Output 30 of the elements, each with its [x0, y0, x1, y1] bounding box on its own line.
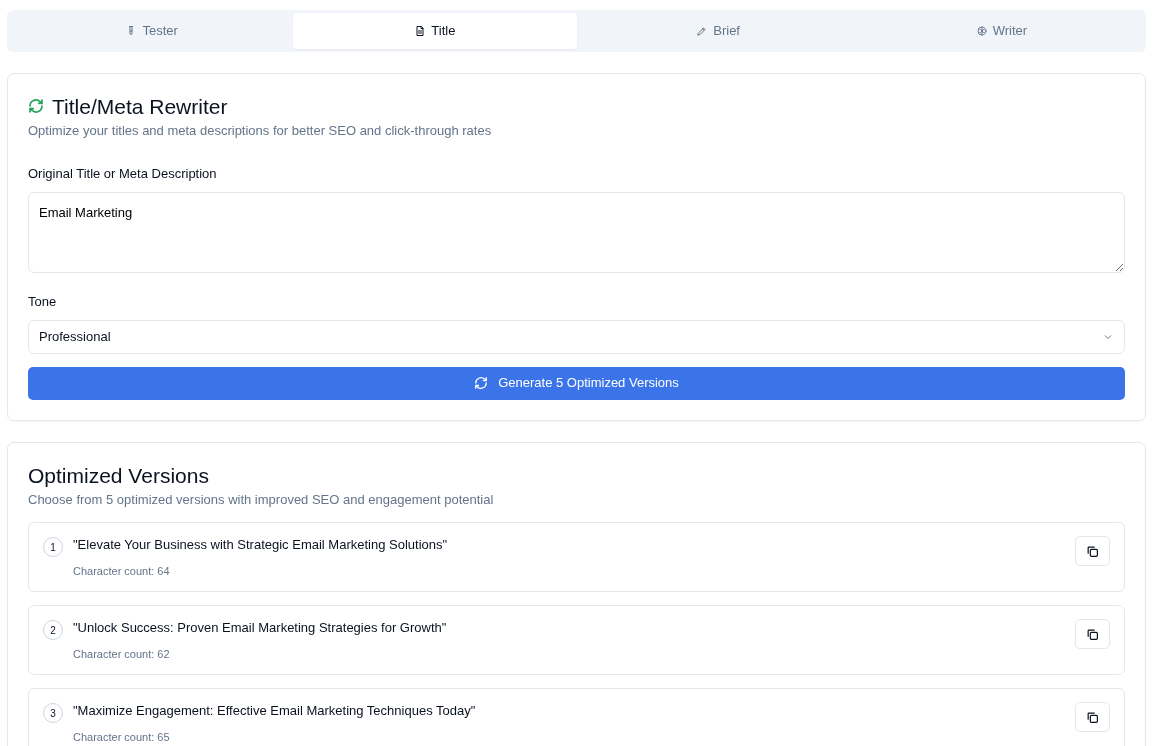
- card-subtitle: Choose from 5 optimized versions with improved SEO and engagement potential: [28, 490, 495, 509]
- brain-icon: [975, 24, 988, 37]
- copy-icon: [1086, 710, 1099, 724]
- card-title: Title/Meta Rewriter: [52, 93, 228, 119]
- copy-button[interactable]: [1075, 536, 1110, 567]
- copy-button[interactable]: [1075, 702, 1110, 733]
- pen-icon: [696, 24, 709, 37]
- copy-icon: [1086, 627, 1099, 641]
- field-label: Original Title or Meta Description: [28, 165, 218, 184]
- character-count: Character count: 65: [73, 729, 171, 745]
- input-field[interactable]: Email Marketing: [28, 191, 1125, 273]
- refresh-icon: [28, 98, 44, 115]
- tab[interactable]: Writer: [859, 13, 1143, 49]
- tab[interactable]: Brief: [576, 13, 860, 49]
- character-count: Character count: 62: [73, 646, 171, 662]
- version-text: "Maximize Engagement: Effective Email Marketing Techniques Today": [73, 702, 476, 721]
- version-text: "Elevate Your Business with Strategic Email Marketing Solutions": [73, 536, 448, 555]
- character-count: Character count: 64: [73, 563, 171, 579]
- copy-icon: [1086, 544, 1099, 558]
- tab[interactable]: Tester: [10, 13, 294, 49]
- tone-dropdown[interactable]: Professional: [28, 319, 1125, 354]
- card-subtitle: Optimize your titles and meta descriptions for better SEO and click-through rates: [28, 121, 493, 140]
- tab[interactable]: Title: [293, 13, 577, 49]
- copy-button[interactable]: [1075, 619, 1110, 650]
- field-label: Tone: [28, 293, 58, 312]
- card-title: Optimized Versions: [28, 462, 210, 488]
- version-text: "Unlock Success: Proven Email Marketing Strategies for Growth": [73, 619, 447, 638]
- generate-button[interactable]: Generate 5 Optimized Versions: [28, 366, 1125, 400]
- refresh-icon: [474, 376, 489, 391]
- document-icon: [414, 24, 427, 37]
